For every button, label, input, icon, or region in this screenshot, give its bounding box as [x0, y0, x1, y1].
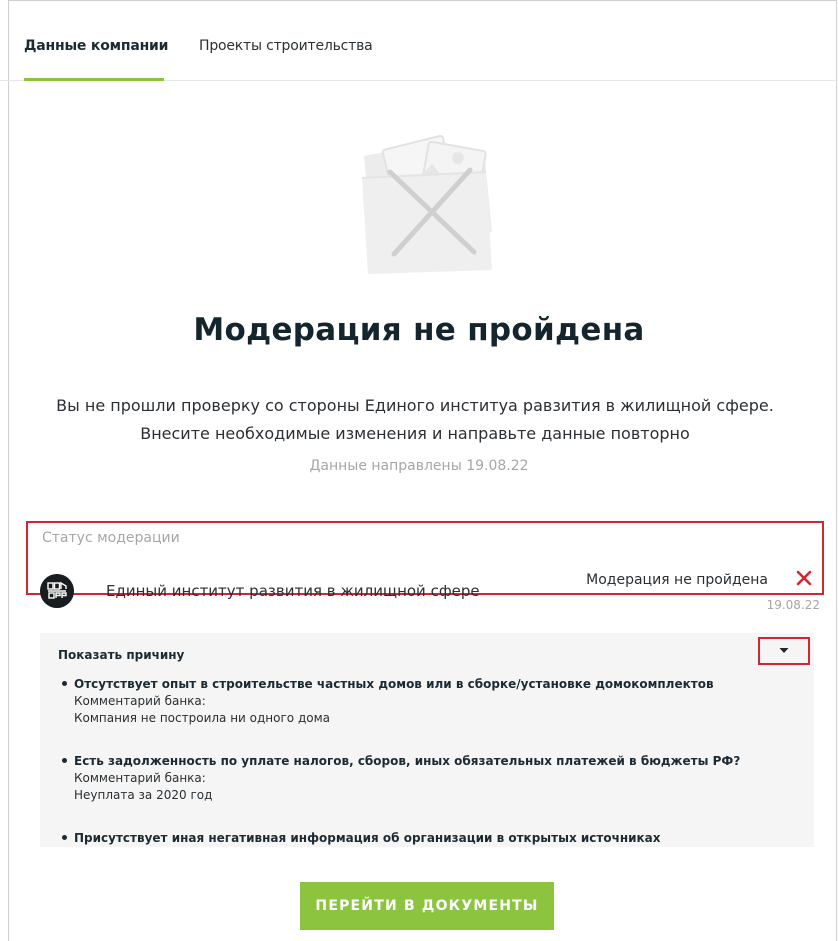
moderation-description: Вы не прошли проверку со стороны Единого…: [56, 396, 774, 443]
bullet: [62, 758, 67, 763]
reason-item: Отсутствует опыт в строительстве частных…: [58, 676, 798, 727]
dom-rf-logo-icon: [40, 574, 74, 608]
tab-construction-projects[interactable]: Проекты строительства: [199, 38, 373, 54]
page-title: Модерация не пройдена: [193, 312, 645, 348]
bank-comment: Компания не построила ни одного дома: [74, 711, 330, 725]
bank-comment-label: Комментарий банка:: [74, 771, 206, 785]
status-section-label: Статус модерации: [42, 530, 180, 546]
active-tab-indicator: [24, 78, 164, 81]
reason-title: Отсутствует опыт в строительстве частных…: [74, 677, 714, 691]
reason-item: Есть задолженность по уплате налогов, сб…: [58, 753, 798, 804]
reason-list: Отсутствует опыт в строительстве частных…: [58, 676, 798, 873]
organization-name: Единый институт развития в жилищной сфер…: [106, 582, 480, 600]
moderation-status-date: 19.08.22: [766, 598, 820, 612]
caret-down-icon: [779, 648, 789, 653]
close-x-icon: [796, 570, 812, 586]
show-reason-toggle[interactable]: Показать причину: [58, 648, 184, 662]
reason-title: Присутствует иная негативная информация …: [74, 831, 661, 845]
bullet: [62, 835, 67, 840]
go-to-documents-button[interactable]: ПЕРЕЙТИ В ДОКУМЕНТЫ: [300, 882, 554, 930]
reason-expand-button[interactable]: [758, 637, 810, 665]
reason-title: Есть задолженность по уплате налогов, сб…: [74, 754, 741, 768]
bank-comment-label: Комментарий банка:: [74, 694, 206, 708]
bank-comment: Неуплата за 2020 год: [74, 788, 213, 802]
empty-folder-crossed-icon: [361, 134, 492, 274]
tab-bar: Данные компании Проекты строительства: [0, 0, 838, 81]
moderation-status-text: Модерация не пройдена: [586, 572, 768, 588]
bullet: [62, 681, 67, 686]
reason-item: Присутствует иная негативная информация …: [58, 830, 798, 847]
data-sent-date: Данные направлены 19.08.22: [309, 458, 529, 474]
tab-company-data[interactable]: Данные компании: [24, 38, 168, 54]
